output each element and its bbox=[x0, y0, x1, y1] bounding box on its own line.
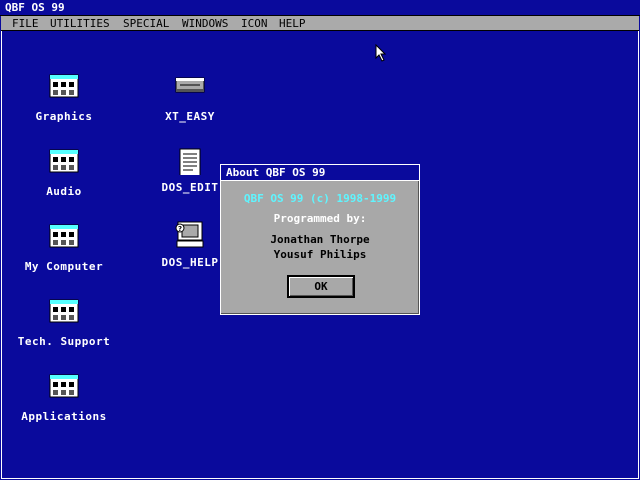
desktop-screen: QBF OS 99 FILE UTILITIES SPECIAL WINDOWS… bbox=[0, 0, 640, 480]
menu-windows[interactable]: WINDOWS bbox=[182, 16, 228, 31]
svg-text:?: ? bbox=[178, 225, 182, 233]
app-grid-icon bbox=[49, 299, 79, 323]
icon-label-tech-support: Tech. Support bbox=[17, 335, 111, 348]
computer-help-icon: ? bbox=[175, 221, 204, 248]
menu-utilities[interactable]: UTILITIES bbox=[50, 16, 110, 31]
app-grid-icon bbox=[49, 374, 79, 398]
menu-help[interactable]: HELP bbox=[279, 16, 306, 31]
desktop-icon-audio[interactable]: Audio bbox=[9, 149, 119, 198]
menu-bar: FILE UTILITIES SPECIAL WINDOWS ICON HELP bbox=[1, 16, 639, 31]
dialog-subheading: Programmed by: bbox=[273, 212, 367, 225]
menu-file[interactable]: FILE bbox=[12, 16, 39, 31]
menu-special[interactable]: SPECIAL bbox=[123, 16, 169, 31]
icon-label-my-computer: My Computer bbox=[24, 260, 104, 273]
document-icon bbox=[179, 148, 201, 175]
icon-label-graphics: Graphics bbox=[35, 110, 93, 123]
mouse-pointer-icon bbox=[375, 44, 387, 62]
desktop-icon-tech-support[interactable]: Tech. Support bbox=[9, 299, 119, 348]
dialog-heading: QBF OS 99 (c) 1998-1999 bbox=[243, 192, 397, 205]
desktop-icon-applications[interactable]: Applications bbox=[9, 374, 119, 423]
menu-icon[interactable]: ICON bbox=[241, 16, 268, 31]
drive-icon bbox=[175, 77, 205, 93]
app-grid-icon bbox=[49, 74, 79, 98]
dialog-name-2: Yousuf Philips bbox=[273, 248, 367, 261]
window-title: QBF OS 99 bbox=[0, 0, 640, 16]
icon-label-applications: Applications bbox=[21, 410, 107, 423]
desktop-icon-my-computer[interactable]: My Computer bbox=[9, 224, 119, 273]
dialog-name-1: Jonathan Thorpe bbox=[270, 233, 370, 246]
dialog-title[interactable]: About QBF OS 99 bbox=[221, 165, 419, 181]
desktop-icon-xt-easy[interactable]: XT_EASY bbox=[135, 74, 245, 123]
app-grid-icon bbox=[49, 149, 79, 173]
icon-label-audio: Audio bbox=[46, 185, 82, 198]
desktop-icon-graphics[interactable]: Graphics bbox=[9, 74, 119, 123]
ok-button[interactable]: OK bbox=[287, 275, 355, 298]
icon-label-xt-easy: XT_EASY bbox=[165, 110, 215, 123]
about-dialog: About QBF OS 99 QBF OS 99 (c) 1998-1999 … bbox=[220, 164, 420, 315]
app-grid-icon bbox=[49, 224, 79, 248]
